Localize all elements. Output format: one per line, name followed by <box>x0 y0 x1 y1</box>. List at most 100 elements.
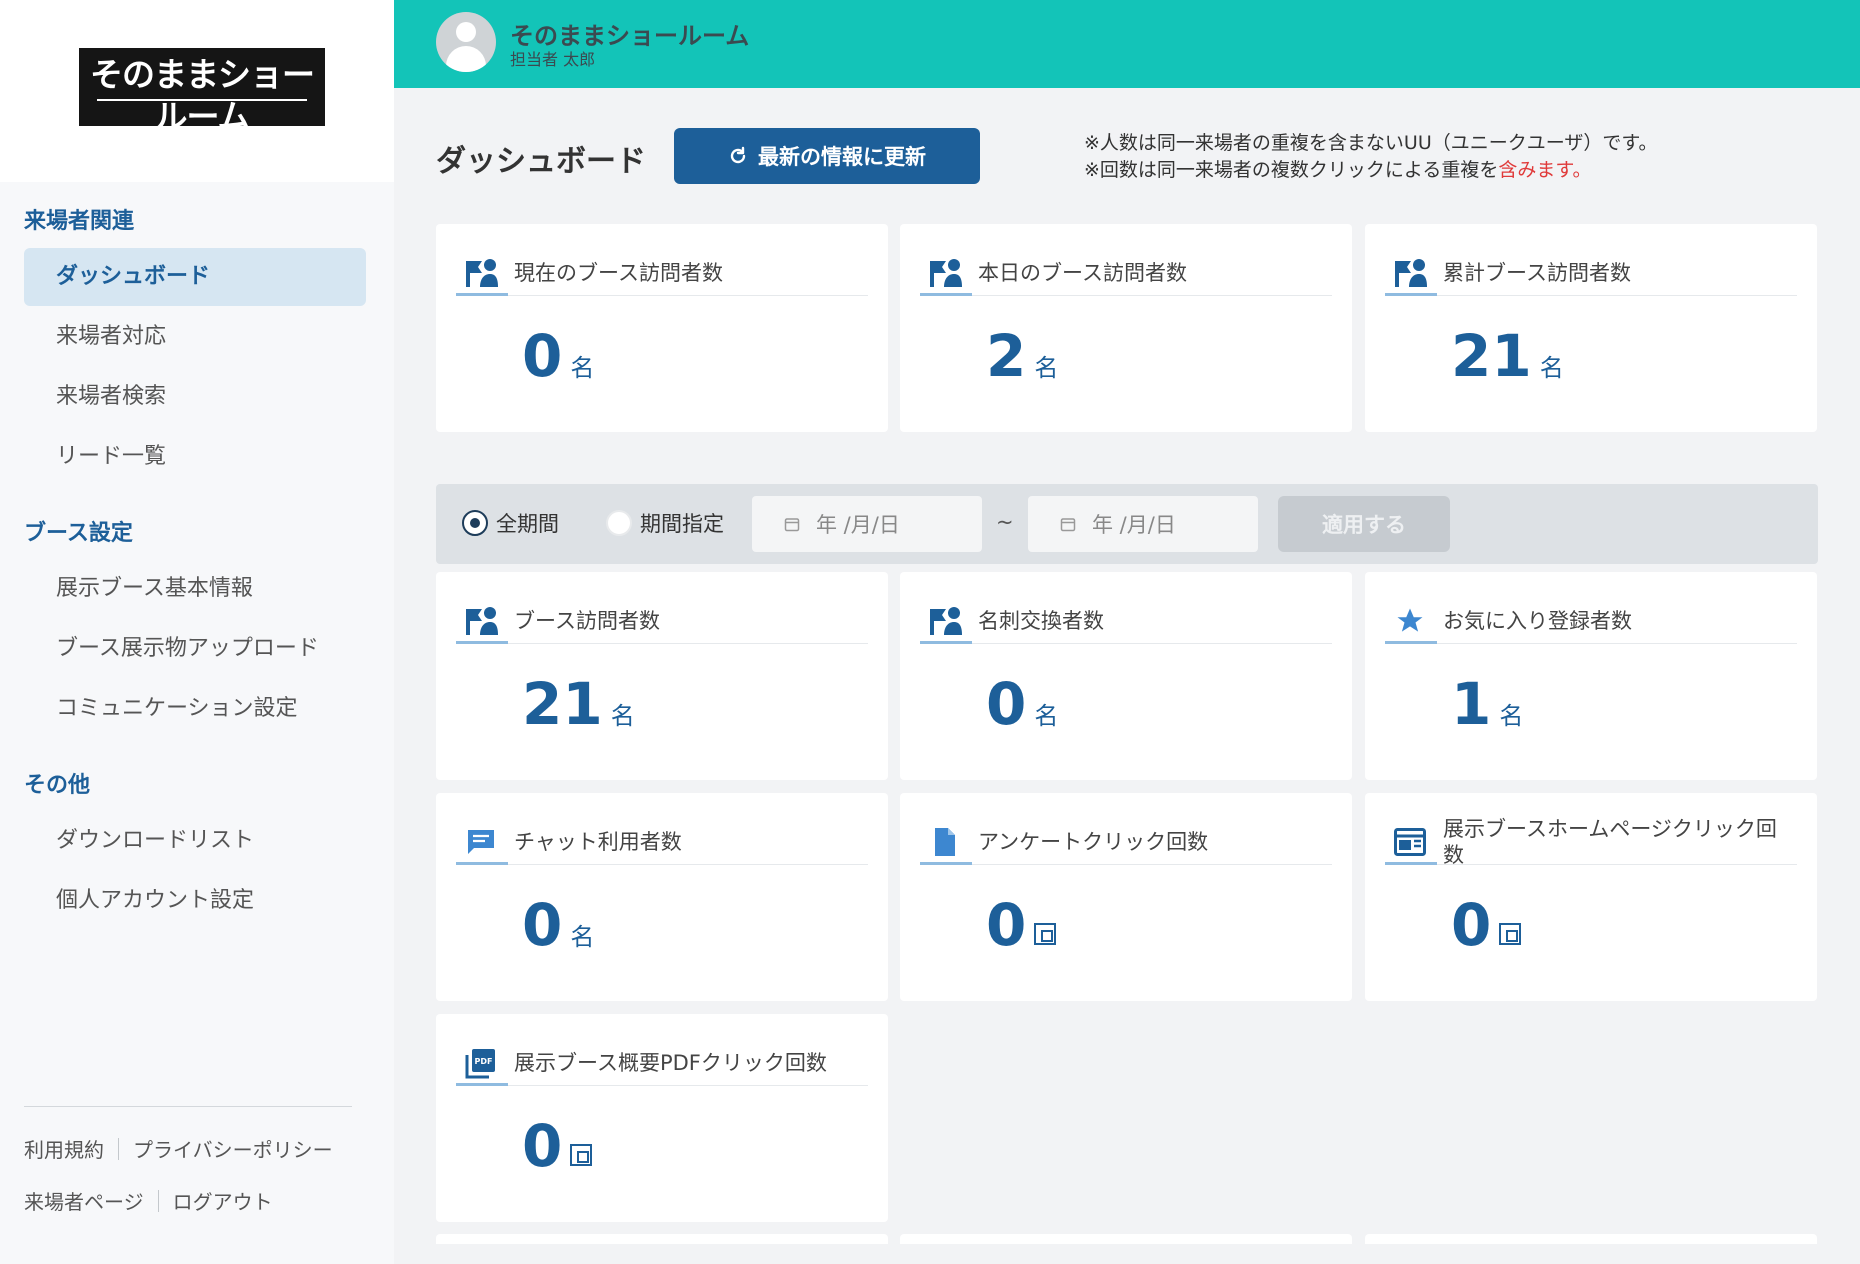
card-value: 21 名 <box>1451 324 1564 388</box>
logo-title: そのままショールーム <box>90 55 315 136</box>
card-label: チャット利用者数 <box>514 829 682 854</box>
card-value: 0 <box>986 893 1057 957</box>
apply-button[interactable]: 適用する <box>1278 496 1450 552</box>
date-range-tilde: ~ <box>996 510 1014 534</box>
terms-link[interactable]: 利用規約 <box>24 1134 104 1163</box>
card-unit: 名 <box>1499 702 1524 730</box>
card-label: 展示ブースホームページクリック回数 <box>1443 816 1777 867</box>
card-number: 0 <box>1451 891 1492 959</box>
avatar-body <box>446 46 486 72</box>
refresh-button-label: 最新の情報に更新 <box>758 145 926 169</box>
footer-separator <box>118 1137 119 1160</box>
stat-card-today-visitors: 本日のブース訪問者数 2 名 <box>900 224 1352 432</box>
card-label: ブース訪問者数 <box>514 608 660 633</box>
end-date-placeholder: 年 /月/日 <box>1092 513 1176 537</box>
avatar-head <box>456 22 476 42</box>
refresh-icon <box>728 146 748 166</box>
sidebar-item-communication-settings[interactable]: コミュニケーション設定 <box>24 680 366 738</box>
card-header: 現在のブース訪問者数 <box>456 250 868 296</box>
card-unit: 名 <box>570 923 595 951</box>
top-header: そのままショールーム 担当者 太郎 <box>394 0 1860 88</box>
webpage-icon <box>1385 819 1435 865</box>
radio-dot-selected <box>462 510 488 536</box>
refresh-button[interactable]: 最新の情報に更新 <box>674 128 980 184</box>
logo-rule <box>97 99 307 101</box>
stat-card-favorites: お気に入り登録者数 1 名 <box>1365 572 1817 780</box>
radio-all-period[interactable]: 全期間 <box>462 508 559 538</box>
card-label: 本日のブース訪問者数 <box>978 260 1187 285</box>
sidebar-item-visitor-search[interactable]: 来場者検索 <box>24 368 366 426</box>
pdf-icon: PDF <box>456 1040 506 1086</box>
card-label: 現在のブース訪問者数 <box>514 260 723 285</box>
logo[interactable]: そのままショールーム The Virtual Exhibition Platfo… <box>79 48 325 157</box>
note-click-count: ※回数は同一来場者の複数クリックによる重複を含みます。 <box>1084 157 1657 184</box>
card-unit: 名 <box>1034 702 1059 730</box>
stat-card-total-visitors: 累計ブース訪問者数 21 名 <box>1365 224 1817 432</box>
nav-section-booth: ブース設定 <box>24 521 133 546</box>
calendar-icon <box>1060 516 1076 532</box>
visitor-icon <box>1385 250 1435 296</box>
card-value: 21 名 <box>522 672 635 736</box>
card-header: 本日のブース訪問者数 <box>920 250 1332 296</box>
card-number: 2 <box>986 322 1027 390</box>
card-value: 2 名 <box>986 324 1058 388</box>
notes: ※人数は同一来場者の重複を含まないUU（ユニークユーザ）です。 ※回数は同一来場… <box>1084 130 1657 184</box>
card-unit: 名 <box>1539 354 1564 382</box>
visitor-icon <box>456 598 506 644</box>
nav-section-other: その他 <box>24 773 91 798</box>
footer-links-row-2: 来場者ページ ログアウト <box>24 1186 273 1215</box>
card-number: 0 <box>986 670 1027 738</box>
start-date-placeholder: 年 /月/日 <box>816 513 900 537</box>
stat-card-chat-users: チャット利用者数 0 名 <box>436 793 888 1001</box>
sidebar-item-download-list[interactable]: ダウンロードリスト <box>24 812 366 870</box>
sidebar-item-lead-list[interactable]: リード一覧 <box>24 428 366 486</box>
radio-specify-period[interactable]: 期間指定 <box>606 508 724 538</box>
sidebar-item-exhibit-upload[interactable]: ブース展示物アップロード <box>24 620 366 678</box>
visitor-icon <box>920 598 970 644</box>
sidebar: そのままショールーム The Virtual Exhibition Platfo… <box>0 0 394 1264</box>
visitor-icon <box>920 250 970 296</box>
card-number: 1 <box>1451 670 1492 738</box>
footer-separator <box>157 1189 159 1212</box>
note-click-count-prefix: ※回数は同一来場者の複数クリックによる重複を <box>1084 159 1499 181</box>
note-unique-users: ※人数は同一来場者の重複を含まないUU（ユニークユーザ）です。 <box>1084 132 1658 154</box>
svg-text:PDF: PDF <box>475 1057 493 1066</box>
privacy-policy-link[interactable]: プライバシーポリシー <box>133 1134 333 1163</box>
radio-specify-period-label: 期間指定 <box>640 512 724 536</box>
visitor-page-link[interactable]: 来場者ページ <box>24 1186 144 1215</box>
card-number: 21 <box>1451 322 1532 390</box>
stat-card-business-card-exchange: 名刺交換者数 0 名 <box>900 572 1352 780</box>
avatar[interactable] <box>436 12 496 72</box>
radio-dot-unselected <box>606 510 632 536</box>
card-header: 展示ブースホームページクリック回数 <box>1385 816 1797 867</box>
card-value: 0 <box>522 1112 593 1180</box>
period-filter-bar: 全期間 期間指定 年 /月/日 ~ 年 /月/日 適用する <box>436 484 1818 564</box>
stat-card-pdf-clicks: PDF 展示ブース概要PDFクリック回数 0 <box>436 1014 888 1222</box>
sidebar-item-visitor-response[interactable]: 来場者対応 <box>24 308 366 366</box>
card-unit: 名 <box>570 354 595 382</box>
card-unit: 名 <box>610 702 635 730</box>
card-number: 21 <box>522 670 603 738</box>
card-number: 0 <box>522 1112 563 1180</box>
card-header: 累計ブース訪問者数 <box>1385 250 1797 296</box>
end-date-input[interactable]: 年 /月/日 <box>1028 496 1258 552</box>
stat-card-partial <box>1365 1234 1817 1244</box>
card-number: 0 <box>522 322 563 390</box>
card-value: 0 名 <box>986 672 1058 736</box>
star-icon <box>1385 598 1435 644</box>
footer-links-row-1: 利用規約 プライバシーポリシー <box>24 1134 333 1163</box>
logo-subtitle: The Virtual Exhibition Platform <box>122 144 282 157</box>
start-date-input[interactable]: 年 /月/日 <box>752 496 982 552</box>
card-unit: 名 <box>1034 354 1059 382</box>
sidebar-item-dashboard[interactable]: ダッシュボード <box>24 248 366 306</box>
sidebar-item-booth-info[interactable]: 展示ブース基本情報 <box>24 560 366 618</box>
sidebar-item-account-settings[interactable]: 個人アカウント設定 <box>24 872 366 930</box>
card-label: お気に入り登録者数 <box>1443 608 1632 633</box>
logo-area: そのままショールーム The Virtual Exhibition Platfo… <box>0 0 394 182</box>
logout-link[interactable]: ログアウト <box>173 1186 273 1215</box>
card-header: 名刺交換者数 <box>920 598 1332 644</box>
card-unit-box-icon <box>570 1144 593 1166</box>
stat-card-survey-clicks: アンケートクリック回数 0 <box>900 793 1352 1001</box>
card-value: 0 名 <box>522 324 594 388</box>
stat-card-booth-visitors: ブース訪問者数 21 名 <box>436 572 888 780</box>
